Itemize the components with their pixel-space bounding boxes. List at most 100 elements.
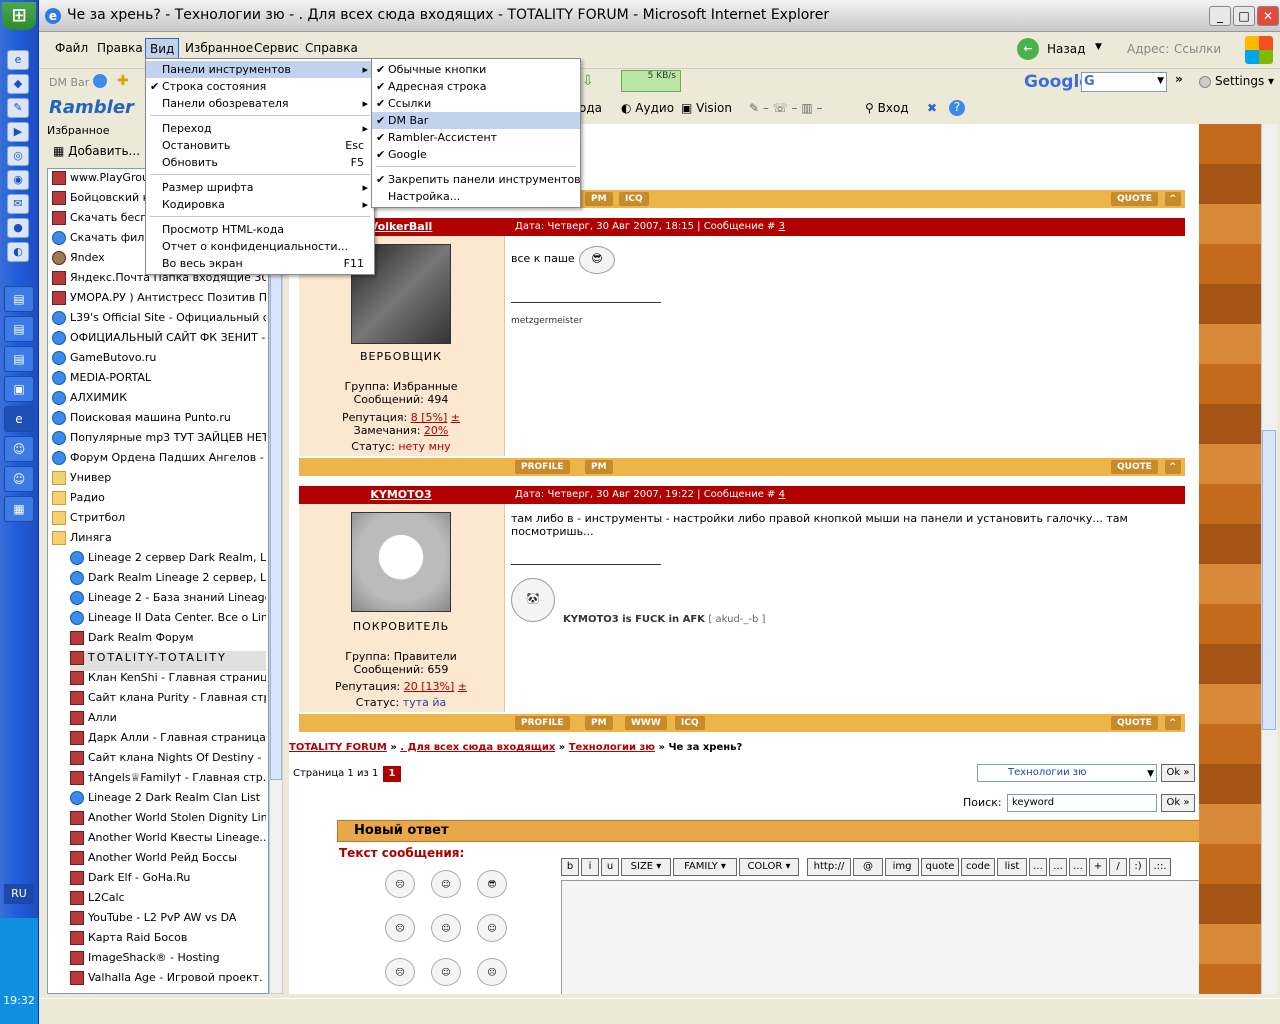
message-textarea[interactable]	[561, 880, 1225, 994]
menu-item[interactable]: Переход ▸	[146, 120, 374, 137]
editor-button[interactable]: @	[853, 858, 883, 876]
menu-item[interactable]: ✔ Строка состояния	[146, 78, 374, 95]
favorites-item[interactable]: Карта Raid Босов	[70, 931, 266, 951]
icq-button[interactable]: ICQ	[675, 716, 705, 730]
task-button[interactable]: ▤	[4, 286, 34, 312]
help-icon[interactable]: ?	[949, 100, 965, 116]
menu-item[interactable]: Размер шрифта ▸	[146, 179, 374, 196]
quicklaunch-firefox-icon[interactable]: ◉	[7, 170, 29, 190]
favorites-folder[interactable]: Линяга	[52, 531, 266, 551]
smiley-icon[interactable]: ☹	[477, 958, 507, 986]
menu-item[interactable]: ✔ DM Bar	[372, 112, 580, 129]
smiley-icon[interactable]: ☺	[431, 958, 461, 986]
task-button[interactable]: ▤	[4, 316, 34, 342]
favorites-item[interactable]: Dark Elf - GoHa.Ru	[70, 871, 266, 891]
start-button[interactable]: ⊞	[2, 2, 36, 30]
favorites-item[interactable]: Форум Ордена Падших Ангелов - Ф...	[52, 451, 266, 471]
menu-item[interactable]: ✔ Закрепить панели инструментов	[372, 171, 581, 188]
favorites-folder[interactable]: Радио	[52, 491, 266, 511]
rambler-vision[interactable]: ▣ Vision	[681, 101, 732, 115]
menu-help[interactable]: Справка	[305, 41, 358, 55]
task-button-ie[interactable]: e	[4, 406, 34, 432]
quicklaunch-media-icon[interactable]: ▶	[7, 122, 29, 142]
menu-edit[interactable]: Правка	[97, 41, 143, 55]
google-search-select[interactable]: G ▼	[1081, 72, 1167, 92]
www-button[interactable]: WWW	[625, 716, 667, 730]
favorites-item[interactable]: Lineage 2 сервер Dark Realm, Lin...	[70, 551, 266, 571]
favorites-item[interactable]: Lineage II Data Center. Все о Lin...	[70, 611, 266, 631]
quote-button[interactable]: QUOTE	[1111, 192, 1158, 206]
favorites-item[interactable]: Клан KenShi - Главная страница	[70, 671, 266, 691]
smiley-icon[interactable]: ☺	[477, 914, 507, 942]
menu-item[interactable]: Просмотр HTML-кода	[146, 221, 374, 238]
editor-button[interactable]: ...	[1049, 858, 1067, 876]
menu-file[interactable]: Файл	[55, 41, 88, 55]
pm-button[interactable]: PM	[585, 460, 613, 474]
smiley-icon[interactable]: ☹	[385, 914, 415, 942]
smiley-icon[interactable]: ☺	[431, 870, 461, 898]
icq-button[interactable]: ICQ	[619, 192, 649, 206]
globe-icon[interactable]	[93, 74, 107, 88]
menu-view[interactable]: Вид	[145, 38, 180, 60]
quicklaunch-icon[interactable]: ✎	[7, 98, 29, 118]
favorites-folder[interactable]: Универ	[52, 471, 266, 491]
links-label[interactable]: Ссылки	[1174, 42, 1221, 56]
editor-button[interactable]: quote	[921, 858, 959, 876]
menu-favorites[interactable]: Избранное	[185, 41, 253, 55]
menu-item[interactable]: ✔ Google	[372, 146, 580, 163]
task-button[interactable]: ☺	[4, 436, 34, 462]
favorites-add-button[interactable]: ▦ Добавить...	[53, 144, 141, 164]
editor-button[interactable]: i	[581, 858, 599, 876]
pm-button[interactable]: PM	[585, 716, 613, 730]
favorites-item[interactable]: †Angels♕Family† - Главная стр...	[70, 771, 266, 791]
favorites-item[interactable]: Поисковая машина Punto.ru	[52, 411, 266, 431]
maximize-button[interactable]: □	[1233, 6, 1255, 26]
favorites-item[interactable]: Популярные mp3 ТУТ ЗАЙЦЕВ НЕТ! ...	[52, 431, 266, 451]
menu-item[interactable]: ✔ Обычные кнопки	[372, 61, 580, 78]
quicklaunch-icon[interactable]: ◐	[7, 242, 29, 262]
favorites-item[interactable]: GameButovo.ru	[52, 351, 266, 371]
search-input[interactable]: keyword	[1007, 794, 1157, 812]
download-icon[interactable]: ⇩	[582, 73, 594, 89]
favorites-item[interactable]: Сайт клана Purity - Главная стр...	[70, 691, 266, 711]
favorites-folder[interactable]: Стритбол	[52, 511, 266, 531]
menu-item[interactable]: Кодировка ▸	[146, 196, 374, 213]
favorites-item[interactable]: Lineage 2 - База знаний Lineage...	[70, 591, 266, 611]
page-number[interactable]: 1	[383, 766, 401, 782]
editor-button[interactable]: +	[1089, 858, 1107, 876]
chevron-right-icon[interactable]: »	[1175, 72, 1183, 86]
quicklaunch-icon[interactable]: ●	[7, 218, 29, 238]
quicklaunch-icon[interactable]: ◎	[7, 146, 29, 166]
smiley-icon[interactable]: ☺	[431, 914, 461, 942]
favorites-item[interactable]: Сайт клана Nights Of Destiny - Г...	[70, 751, 266, 771]
quote-button[interactable]: QUOTE	[1111, 716, 1158, 730]
favorites-item[interactable]: YouTube - L2 PvP AW vs DA	[70, 911, 266, 931]
menu-item[interactable]: ✔ Ссылки	[372, 95, 580, 112]
editor-button[interactable]: FAMILY ▾	[673, 858, 737, 876]
minimize-button[interactable]: _	[1209, 6, 1231, 26]
favorites-item[interactable]: УМОРА.РУ ) Антистресс Позитив П...	[52, 291, 266, 311]
post-author[interactable]: KYMOTO3	[299, 488, 503, 501]
up-arrow-icon[interactable]: ^	[1165, 460, 1181, 474]
editor-button[interactable]: list	[997, 858, 1027, 876]
rambler-logo[interactable]: Rambler	[49, 97, 134, 118]
rambler-item[interactable]: ода	[579, 101, 602, 115]
rambler-tools[interactable]: ✎ – ☏ – ▥ –	[749, 101, 822, 115]
menu-tools[interactable]: Сервис	[254, 41, 299, 55]
favorites-item[interactable]: MEDIA-PORTAL	[52, 371, 266, 391]
editor-button[interactable]: SIZE ▾	[621, 858, 671, 876]
menu-item[interactable]: Отчет о конфиденциальности...	[146, 238, 374, 255]
menu-item[interactable]: Во весь экран F11	[146, 255, 374, 272]
favorites-item[interactable]: Алли	[70, 711, 266, 731]
profile-button[interactable]: PROFILE	[515, 460, 570, 474]
smiley-icon[interactable]: ☹	[385, 870, 415, 898]
menu-item[interactable]: Обновить F5	[146, 154, 374, 171]
editor-button[interactable]: ...	[1029, 858, 1047, 876]
quicklaunch-icon[interactable]: ✉	[7, 194, 29, 214]
task-button[interactable]: ☺	[4, 466, 34, 492]
profile-button[interactable]: PROFILE	[515, 716, 570, 730]
favorites-item[interactable]: Lineage 2 Dark Realm Clan List	[70, 791, 266, 811]
rambler-audio[interactable]: ◐ Аудио	[621, 101, 674, 115]
quicklaunch-icon[interactable]: ◆	[7, 74, 29, 94]
favorites-item[interactable]: АЛХИМИК	[52, 391, 266, 411]
